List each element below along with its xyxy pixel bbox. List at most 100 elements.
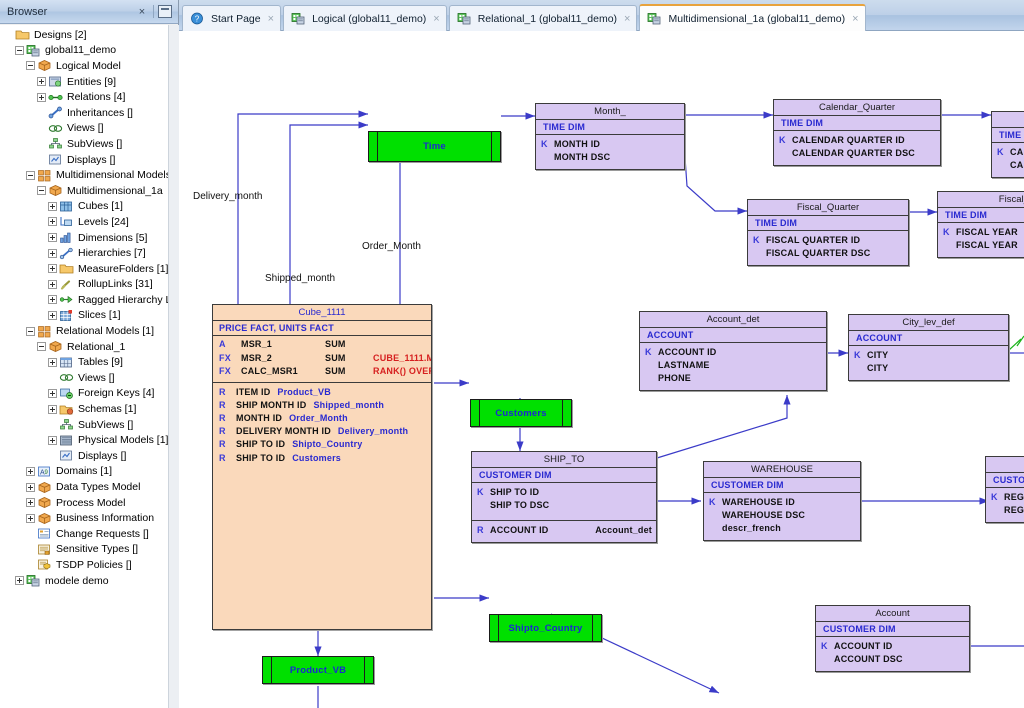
tree-expander-icon[interactable] <box>48 295 57 305</box>
tree-item-displays[interactable]: Displays [] <box>0 152 178 168</box>
entity-attribute-row[interactable]: CALENDAR QUARTER DSC <box>774 147 940 160</box>
entity-attribute-row[interactable]: K CA <box>992 146 1024 159</box>
tree-item-subviews[interactable]: SubViews [] <box>0 417 178 433</box>
entity-node-month[interactable]: Month_ TIME DIM K MONTH ID MONTH DSC <box>535 103 685 170</box>
entity-attribute-row[interactable]: K CALENDAR QUARTER ID <box>774 134 940 147</box>
entity-attribute-row[interactable]: K WAREHOUSE ID <box>704 496 860 509</box>
entity-attribute-row[interactable]: K SHIP TO ID <box>472 486 656 499</box>
diagram-canvas[interactable]: Cube_1111 PRICE FACT, UNITS FACT A MSR_1 S… <box>179 31 1024 708</box>
entity-node-customer_region[interactable]: CUSTOCUSTO K REG REG <box>985 456 1024 523</box>
tree-item-subviews[interactable]: SubViews [] <box>0 136 178 152</box>
cube-relation-row[interactable]: R ITEM ID Product_VB <box>213 386 431 399</box>
cube-node[interactable]: Cube_1111 PRICE FACT, UNITS FACT A MSR_1 S… <box>212 304 432 630</box>
cube-measure-row[interactable]: A MSR_1 SUM <box>213 338 431 352</box>
tab-logical-global11-demo[interactable]: Logical (global11_demo) × <box>283 5 447 31</box>
tree-item-dimensions-5[interactable]: Dimensions [5] <box>0 230 178 246</box>
tree-expander-icon[interactable] <box>26 326 35 336</box>
tree-item-tables-9[interactable]: Tables [9] <box>0 354 178 370</box>
cube-relation-row[interactable]: R SHIP MONTH ID Shipped_month <box>213 399 431 412</box>
entity-attribute-row[interactable]: K CITY <box>849 349 1008 362</box>
entity-attribute-row[interactable]: K MONTH ID <box>536 138 684 151</box>
entity-attribute-row[interactable]: K REG <box>986 491 1024 504</box>
tree-expander-icon[interactable] <box>37 186 46 196</box>
tree-item-inheritances[interactable]: Inheritances [] <box>0 105 178 121</box>
tree-item-multidimensional-1a[interactable]: Multidimensional_1a <box>0 183 178 199</box>
tree-expander-icon[interactable] <box>48 404 57 414</box>
entity-attribute-row[interactable]: FISCAL QUARTER DSC <box>748 247 908 260</box>
entity-attribute-row[interactable]: SHIP TO DSC <box>472 499 656 512</box>
dimension-node-shipto_country[interactable]: Shipto_Country <box>489 614 602 642</box>
tree-item-ragged-hierarchy-l[interactable]: Ragged Hierarchy L <box>0 292 178 308</box>
tree-expander-icon[interactable] <box>48 264 57 274</box>
tree-item-relational-1[interactable]: Relational_1 <box>0 339 178 355</box>
tab-relational-1-global11-demo[interactable]: Relational_1 (global11_demo) × <box>448 5 638 31</box>
tree-item-schemas-1[interactable]: Schemas [1] <box>0 401 178 417</box>
tree-expander-icon[interactable] <box>37 92 46 102</box>
tree-item-process-model[interactable]: Process Model <box>0 495 178 511</box>
tree-item-designs-2[interactable]: Designs [2] <box>0 27 178 43</box>
tab-start-page[interactable]: ? Start Page × <box>182 5 282 31</box>
tree-expander-icon[interactable] <box>48 388 57 398</box>
dimension-node-customers[interactable]: Customers <box>470 399 572 427</box>
cube-relation-row[interactable]: R SHIP TO ID Shipto_Country <box>213 438 431 451</box>
entity-attribute-row[interactable]: K FISCAL QUARTER ID <box>748 234 908 247</box>
tree-expander-icon[interactable] <box>26 498 35 508</box>
tree-item-business-information[interactable]: Business Information <box>0 510 178 526</box>
tree-item-entities-9[interactable]: Entities [9] <box>0 74 178 90</box>
tree-item-foreign-keys-4[interactable]: Foreign Keys [4] <box>0 386 178 402</box>
tree-item-logical-model[interactable]: Logical Model <box>0 58 178 74</box>
entity-attribute-row[interactable]: WAREHOUSE DSC <box>704 509 860 522</box>
entity-node-account_det[interactable]: Account_det ACCOUNT K ACCOUNT ID LASTNAME PHO… <box>639 311 827 391</box>
entity-attribute-row[interactable]: FISCAL YEAR <box>938 239 1024 252</box>
entity-attribute-row[interactable]: LASTNAME <box>640 359 826 372</box>
entity-attribute-row[interactable]: K ACCOUNT ID <box>816 640 969 653</box>
cube-relation-row[interactable]: R DELIVERY MONTH ID Delivery_month <box>213 425 431 438</box>
tree-item-tsdp-policies[interactable]: TSDP Policies [] <box>0 557 178 573</box>
tree-expander-icon[interactable] <box>37 342 46 352</box>
entity-node-city_lev_def[interactable]: City_lev_def ACCOUNT K CITY CITY <box>848 314 1009 381</box>
entity-reference-row[interactable]: R ACCOUNT ID Account_det <box>472 524 656 537</box>
tree-item-relations-4[interactable]: Relations [4] <box>0 89 178 105</box>
editor-tab-bar[interactable]: ? Start Page × Logical (global11_demo) × Rela… <box>179 0 1024 31</box>
tree-item-views[interactable]: Views [] <box>0 121 178 137</box>
tree-item-rolluplinks-31[interactable]: RollupLinks [31] <box>0 277 178 293</box>
entity-attribute-row[interactable]: CA <box>992 159 1024 172</box>
tree-item-sensitive-types[interactable]: Sensitive Types [] <box>0 542 178 558</box>
dimension-node-product_vb[interactable]: Product_VB <box>262 656 374 684</box>
tree-expander-icon[interactable] <box>48 435 57 445</box>
minimize-icon[interactable] <box>158 5 172 18</box>
entity-node-warehouse[interactable]: WAREHOUSE CUSTOMER DIM K WAREHOUSE ID WAREHO… <box>703 461 861 541</box>
entity-node-calendar_year[interactable]: TIMETIME DIM K CA CA <box>991 111 1024 178</box>
entity-attribute-row[interactable]: MONTH DSC <box>536 151 684 164</box>
cube-relation-row[interactable]: R SHIP TO ID Customers <box>213 452 431 465</box>
browser-vertical-scrollbar[interactable] <box>168 25 179 708</box>
tree-item-displays[interactable]: Displays [] <box>0 448 178 464</box>
entity-node-calendar_quarter[interactable]: Calendar_Quarter TIME DIM K CALENDAR QUARTE… <box>773 99 941 166</box>
cube-relation-row[interactable]: R MONTH ID Order_Month <box>213 412 431 425</box>
cube-measure-row[interactable]: FX CALC_MSR1 SUM RANK() OVER ( HI <box>213 365 431 379</box>
close-icon[interactable]: × <box>135 5 149 19</box>
tree-expander-icon[interactable] <box>48 201 57 211</box>
tree-expander-icon[interactable] <box>48 233 57 243</box>
tree-expander-icon[interactable] <box>26 466 35 476</box>
entity-node-fiscal_year[interactable]: Fiscal_YTIME DIM K FISCAL YEAR FISCAL YEAR <box>937 191 1024 258</box>
browser-tree[interactable]: Designs [2] global11_demo Logical Model Ent… <box>0 25 178 708</box>
tree-item-domains-1[interactable]: A 9 Domains [1] <box>0 464 178 480</box>
tree-expander-icon[interactable] <box>15 576 24 586</box>
tree-item-relational-models-1[interactable]: Relational Models [1] <box>0 323 178 339</box>
tab-close-icon[interactable]: × <box>433 13 439 25</box>
tree-item-multidimensional-models-1[interactable]: Multidimensional Models [1] <box>0 167 178 183</box>
entity-node-fiscal_quarter[interactable]: Fiscal_Quarter TIME DIM K FISCAL QUARTER ID… <box>747 199 909 266</box>
entity-attribute-row[interactable]: PHONE <box>640 372 826 385</box>
tree-item-data-types-model[interactable]: Data Types Model <box>0 479 178 495</box>
tree-expander-icon[interactable] <box>26 513 35 523</box>
tree-expander-icon[interactable] <box>37 77 46 87</box>
tree-item-levels-24[interactable]: Levels [24] <box>0 214 178 230</box>
tree-expander-icon[interactable] <box>26 482 35 492</box>
tab-close-icon[interactable]: × <box>268 13 274 25</box>
dimension-node-time[interactable]: Time <box>368 131 501 162</box>
tree-expander-icon[interactable] <box>26 170 35 180</box>
tree-item-physical-models-1[interactable]: Physical Models [1] <box>0 432 178 448</box>
tree-item-cubes-1[interactable]: Cubes [1] <box>0 199 178 215</box>
tab-multidimensional-1a-global11-demo[interactable]: Multidimensional_1a (global11_demo) × <box>639 4 866 31</box>
